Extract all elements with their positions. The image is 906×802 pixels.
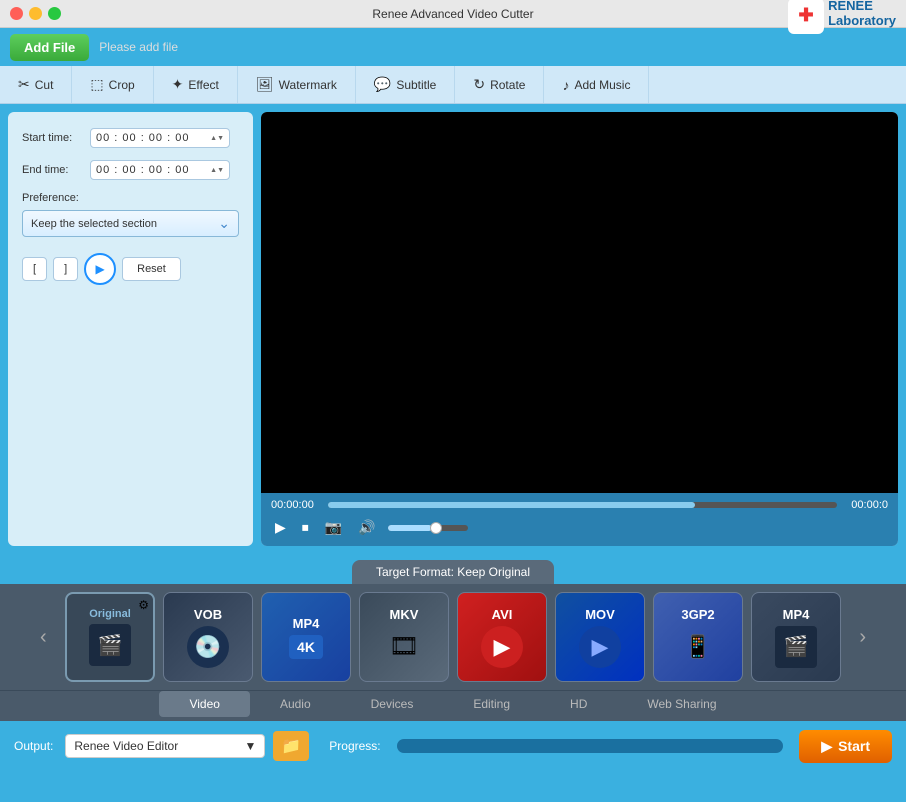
format-card-mp4-4k[interactable]: MP4 4K	[261, 592, 351, 682]
video-progress-track[interactable]	[328, 502, 837, 508]
format-prev-button[interactable]: ‹	[40, 626, 47, 649]
video-progress-container: 00:00:00 00:00:0	[261, 493, 898, 513]
video-snapshot-button[interactable]: 📷	[321, 517, 346, 538]
logo-icon: ✚	[788, 0, 824, 34]
output-select-arrow-icon: ▼	[244, 739, 256, 753]
format-next-button[interactable]: ›	[859, 626, 866, 649]
video-screen	[261, 112, 898, 493]
format-tab-video[interactable]: Video	[159, 691, 249, 717]
window-controls[interactable]	[10, 7, 61, 20]
main-area: Start time: 00 : 00 : 00 : 00 ▲▼ End tim…	[0, 104, 906, 554]
format-icons: ⚙ Original 🎬 VOB 💿 MP4 4K MKV 🎞 AVI	[59, 592, 848, 682]
output-label: Output:	[14, 739, 53, 753]
format-card-avi[interactable]: AVI ▶	[457, 592, 547, 682]
target-format-bar: Target Format: Keep Original	[0, 554, 906, 584]
format-tab-devices[interactable]: Devices	[341, 691, 444, 717]
format-tabs: Video Audio Devices Editing HD Web Shari…	[0, 690, 906, 721]
mark-out-button[interactable]: ]	[53, 257, 78, 281]
end-time-row: End time: 00 : 00 : 00 : 00 ▲▼	[22, 160, 239, 180]
video-volume-button[interactable]: 🔊	[354, 517, 379, 538]
music-icon: ♪	[562, 77, 569, 93]
tab-cut[interactable]: ✂ Cut	[0, 66, 72, 103]
format-card-mov[interactable]: MOV ▶	[555, 592, 645, 682]
tab-add-music[interactable]: ♪ Add Music	[544, 66, 649, 103]
rotate-icon: ↻	[473, 76, 485, 93]
bottom-bar: Output: Renee Video Editor ▼ 📁 Progress:…	[0, 721, 906, 771]
progress-label: Progress:	[329, 739, 380, 753]
playback-controls: [ ] ▶ Reset	[22, 253, 239, 285]
maximize-button[interactable]	[48, 7, 61, 20]
video-controls: ▶ ⏹ 📷 🔊	[261, 513, 898, 546]
gear-icon: ⚙	[138, 598, 149, 612]
start-icon: ▶	[821, 738, 832, 755]
volume-fill	[388, 525, 432, 531]
video-panel: 00:00:00 00:00:0 ▶ ⏹ 📷 🔊	[261, 112, 898, 546]
logo-area: ✚ RENEE Laboratory	[788, 0, 896, 34]
volume-slider[interactable]	[388, 525, 468, 531]
format-tab-editing[interactable]: Editing	[443, 691, 540, 717]
browse-folder-button[interactable]: 📁	[273, 731, 309, 761]
close-button[interactable]	[10, 7, 23, 20]
watermark-icon: 🖼	[256, 76, 274, 93]
tab-crop[interactable]: ⬚ Crop	[72, 66, 153, 103]
start-time-arrows[interactable]: ▲▼	[210, 135, 224, 142]
tab-effect[interactable]: ✦ Effect	[154, 66, 238, 103]
effect-icon: ✦	[172, 76, 184, 93]
subtitle-icon: 💬	[374, 76, 391, 93]
output-select[interactable]: Renee Video Editor ▼	[65, 734, 265, 758]
video-progress-fill	[328, 502, 695, 508]
crop-icon: ⬚	[90, 76, 103, 93]
folder-icon: 📁	[281, 738, 301, 755]
left-panel: Start time: 00 : 00 : 00 : 00 ▲▼ End tim…	[8, 112, 253, 546]
start-time-input[interactable]: 00 : 00 : 00 : 00 ▲▼	[90, 128, 230, 148]
title-bar: Renee Advanced Video Cutter ✚ RENEE Labo…	[0, 0, 906, 28]
reset-button[interactable]: Reset	[122, 257, 181, 281]
format-tab-web-sharing[interactable]: Web Sharing	[617, 691, 746, 717]
play-preview-button[interactable]: ▶	[84, 253, 116, 285]
app-title: Renee Advanced Video Cutter	[372, 7, 533, 21]
top-toolbar: Add File Please add file	[0, 28, 906, 66]
tab-rotate[interactable]: ↻ Rotate	[455, 66, 544, 103]
time-display: 00:00:00 00:00:0	[271, 499, 888, 511]
end-time-label: End time:	[22, 164, 82, 176]
tab-bar: ✂ Cut ⬚ Crop ✦ Effect 🖼 Watermark 💬 Subt…	[0, 66, 906, 104]
end-time-input[interactable]: 00 : 00 : 00 : 00 ▲▼	[90, 160, 230, 180]
logo-text: RENEE Laboratory	[828, 0, 896, 28]
volume-knob	[430, 522, 442, 534]
preference-select[interactable]: Keep the selected section ⌄	[22, 210, 239, 237]
mark-in-button[interactable]: [	[22, 257, 47, 281]
progress-bar	[397, 739, 784, 753]
start-button[interactable]: ▶ Start	[799, 730, 892, 763]
tab-watermark[interactable]: 🖼 Watermark	[238, 66, 356, 103]
format-card-original[interactable]: ⚙ Original 🎬	[65, 592, 155, 682]
format-card-mkv[interactable]: MKV 🎞	[359, 592, 449, 682]
video-play-button[interactable]: ▶	[271, 517, 290, 538]
select-arrow-icon: ⌄	[218, 215, 230, 232]
tab-subtitle[interactable]: 💬 Subtitle	[356, 66, 455, 103]
preference-label: Preference:	[22, 192, 239, 204]
start-time-row: Start time: 00 : 00 : 00 : 00 ▲▼	[22, 128, 239, 148]
target-format-label: Target Format: Keep Original	[352, 560, 554, 584]
file-placeholder: Please add file	[99, 40, 896, 54]
video-time-start: 00:00:00	[271, 499, 314, 511]
format-tab-audio[interactable]: Audio	[250, 691, 341, 717]
add-file-button[interactable]: Add File	[10, 34, 89, 61]
video-stop-button[interactable]: ⏹	[298, 517, 313, 538]
format-tab-hd[interactable]: HD	[540, 691, 617, 717]
cut-icon: ✂	[18, 76, 30, 93]
format-card-mp4-mobile[interactable]: MP4 🎬	[751, 592, 841, 682]
start-time-label: Start time:	[22, 132, 82, 144]
play-icon: ▶	[96, 262, 105, 276]
format-card-3gp2[interactable]: 3GP2 📱	[653, 592, 743, 682]
minimize-button[interactable]	[29, 7, 42, 20]
format-section: ‹ ⚙ Original 🎬 VOB 💿 MP4 4K MKV 🎞	[0, 584, 906, 690]
video-time-end: 00:00:0	[851, 499, 888, 511]
end-time-arrows[interactable]: ▲▼	[210, 167, 224, 174]
format-card-vob[interactable]: VOB 💿	[163, 592, 253, 682]
